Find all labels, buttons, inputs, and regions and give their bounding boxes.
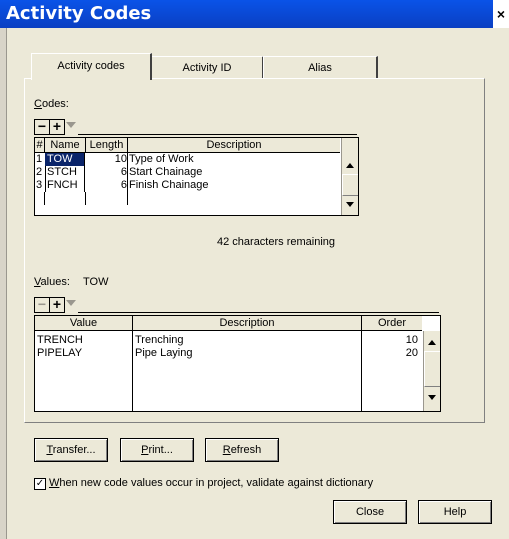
codes-label: Codes: [34, 98, 69, 110]
code-length[interactable]: 6 [86, 179, 128, 192]
window-left-edge [0, 28, 7, 539]
table-row[interactable]: 3 FNCH 6 Finish Chainage [35, 179, 340, 192]
close-button[interactable]: Close [333, 500, 407, 524]
codes-header: # Name Length Description [35, 138, 340, 153]
values-col-value[interactable]: Value [35, 316, 133, 330]
arrow-down-icon [428, 395, 436, 400]
tab-activity-codes[interactable]: Activity codes [31, 53, 152, 80]
scroll-up-button[interactable] [342, 158, 358, 174]
remove-code-button[interactable]: − [34, 119, 50, 135]
code-length[interactable]: 6 [86, 166, 128, 179]
codes-col-description[interactable]: Description [128, 138, 340, 152]
values-col-description[interactable]: Description [133, 316, 362, 330]
values-toolbar: − + [34, 297, 439, 313]
table-row-empty[interactable] [35, 192, 340, 205]
value-name[interactable]: TRENCH [37, 334, 131, 347]
code-description[interactable]: Finish Chainage [128, 179, 341, 192]
tab-activity-id[interactable]: Activity ID [151, 56, 264, 79]
validate-checkbox[interactable]: ✓ [34, 478, 46, 490]
value-description[interactable]: Pipe Laying [135, 347, 359, 360]
values-scrollbar[interactable] [423, 331, 440, 411]
value-order[interactable]: 20 [362, 347, 418, 360]
arrow-up-icon [428, 340, 436, 345]
window-title: Activity Codes [6, 3, 152, 24]
table-row[interactable]: PIPELAY Pipe Laying 20 [35, 347, 422, 360]
codes-col-name[interactable]: Name [45, 138, 86, 152]
scroll-thumb[interactable] [342, 174, 358, 196]
codes-toolbar: − + [34, 119, 357, 135]
value-description[interactable]: Trenching [135, 334, 359, 347]
arrow-up-icon [346, 163, 354, 168]
value-name[interactable]: PIPELAY [37, 347, 131, 360]
characters-remaining: 42 characters remaining [217, 236, 336, 248]
validate-label[interactable]: When new code values occur in project, v… [49, 477, 373, 489]
refresh-button[interactable]: Refresh [205, 438, 279, 462]
values-toolbar-line [78, 312, 439, 313]
code-num [35, 192, 45, 205]
code-name[interactable] [45, 192, 86, 205]
print-label: rint... [148, 444, 173, 456]
values-grid: Value Description Order TRENCH Trenching… [34, 315, 441, 412]
values-col-order[interactable]: Order [362, 316, 422, 330]
table-row[interactable]: 2 STCH 6 Start Chainage [35, 166, 340, 179]
table-row[interactable]: TRENCH Trenching 10 [35, 334, 422, 347]
scroll-up-button[interactable] [424, 335, 440, 351]
activity-codes-dialog: Activity Codes × Activity codes Activity… [0, 0, 509, 539]
print-button[interactable]: Print... [120, 438, 194, 462]
codes-col-length[interactable]: Length [86, 138, 128, 152]
transfer-label: ransfer... [52, 444, 96, 456]
scroll-down-button[interactable] [424, 389, 440, 405]
codes-toolbar-dropdown-icon[interactable] [66, 122, 76, 128]
codes-toolbar-line [78, 134, 357, 135]
code-length[interactable] [86, 192, 128, 205]
code-description[interactable]: Type of Work [128, 153, 341, 166]
code-name[interactable]: FNCH [45, 179, 85, 192]
refresh-label: efresh [230, 444, 262, 456]
codes-col-num[interactable]: # [35, 138, 45, 152]
code-description[interactable]: Start Chainage [128, 166, 341, 179]
code-name[interactable]: STCH [45, 166, 85, 179]
close-icon[interactable]: × [493, 0, 509, 28]
code-name[interactable]: TOW [45, 153, 85, 166]
value-order[interactable]: 10 [362, 334, 418, 347]
codes-scrollbar[interactable] [341, 138, 358, 215]
values-code: TOW [83, 276, 109, 288]
title-bar[interactable]: Activity Codes × [0, 0, 509, 28]
arrow-down-icon [346, 202, 354, 207]
values-label: Values: [34, 276, 70, 288]
code-description[interactable] [128, 192, 340, 205]
remove-value-button[interactable]: − [34, 297, 50, 313]
help-button[interactable]: Help [418, 500, 492, 524]
table-row[interactable]: 1 TOW 10 Type of Work [35, 153, 340, 166]
tab-alias[interactable]: Alias [263, 56, 378, 79]
add-value-button[interactable]: + [49, 297, 65, 313]
transfer-button[interactable]: Transfer... [34, 438, 108, 462]
code-length[interactable]: 10 [86, 153, 128, 166]
values-header: Value Description Order [35, 316, 422, 331]
values-toolbar-dropdown-icon[interactable] [66, 300, 76, 306]
codes-grid: # Name Length Description 1 TOW 10 Type … [34, 137, 359, 216]
scroll-down-button[interactable] [342, 196, 358, 212]
add-code-button[interactable]: + [49, 119, 65, 135]
validate-label-text: hen new code values occur in project, va… [59, 477, 374, 489]
scroll-thumb[interactable] [424, 351, 440, 387]
